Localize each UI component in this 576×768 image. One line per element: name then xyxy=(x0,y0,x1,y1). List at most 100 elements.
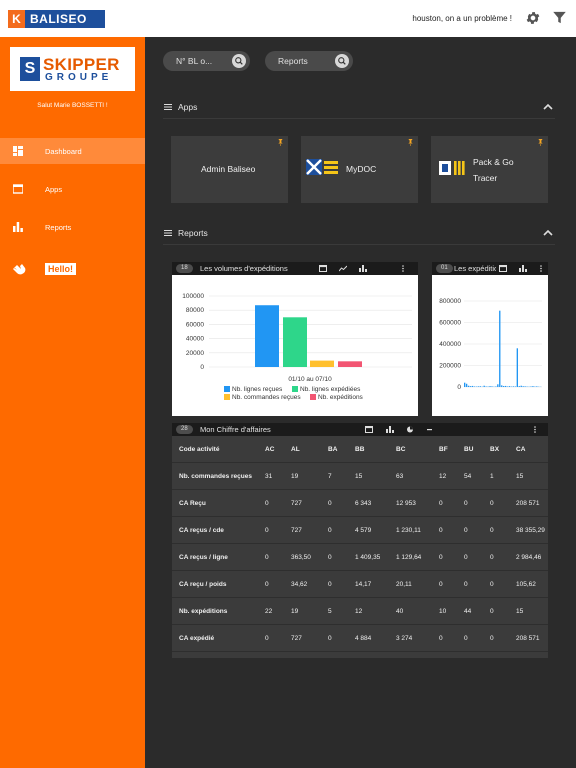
apps-section-header[interactable]: Apps xyxy=(163,95,555,119)
bar xyxy=(477,386,479,387)
bar xyxy=(520,385,522,387)
table-cell: 0 xyxy=(328,554,332,561)
bar xyxy=(512,386,515,387)
bar xyxy=(530,386,532,387)
table-cell: 105,62 xyxy=(516,581,536,588)
bar xyxy=(499,310,501,387)
table-cell: 0 xyxy=(464,581,468,588)
table-view-icon[interactable] xyxy=(365,426,373,433)
reports-section-title: Reports xyxy=(178,228,208,238)
table-view-icon[interactable] xyxy=(499,265,507,272)
table-cell: 15 xyxy=(355,473,363,480)
table-cell: 6 343 xyxy=(355,500,372,507)
pin-icon[interactable] xyxy=(277,139,284,146)
pin-icon[interactable] xyxy=(537,139,544,146)
bar xyxy=(464,382,466,387)
y-tick-label: 800000 xyxy=(439,298,461,305)
search-button[interactable] xyxy=(232,54,246,68)
table-cell: 34,62 xyxy=(291,581,308,588)
table-cell: 1 230,11 xyxy=(396,527,421,534)
bar xyxy=(471,385,474,387)
baliseo-logo-mark: K xyxy=(8,10,25,28)
table-row: CA reçus / ligne 0 363,50 0 1 409,35 1 129,64… xyxy=(172,544,548,571)
bar xyxy=(504,385,507,387)
reports-section-header[interactable]: Reports xyxy=(163,221,555,245)
bar-chart-icon[interactable] xyxy=(386,426,394,433)
table-cell: 12 xyxy=(439,473,447,480)
column-header: AL xyxy=(291,446,300,453)
table-cell: 54 xyxy=(464,473,472,480)
row-label: Nb. expéditions xyxy=(179,608,228,615)
y-tick-label: 0 xyxy=(457,384,461,391)
y-tick-label: 200000 xyxy=(439,363,461,370)
bar xyxy=(506,386,509,387)
mydoc-logo-icon xyxy=(306,159,338,175)
table-cell: 0 xyxy=(464,500,468,507)
table-cell: 0 xyxy=(439,581,443,588)
sidebar-item-dashboard[interactable]: Dashboard xyxy=(0,138,145,164)
minus-icon[interactable] xyxy=(426,426,434,433)
bar xyxy=(522,386,524,387)
more-options-icon[interactable] xyxy=(399,265,407,272)
bar xyxy=(516,348,518,387)
sidebar-item-label: Apps xyxy=(45,185,63,194)
top-bar: K BALISEO houston, on a un problème ! xyxy=(0,0,576,37)
table-cell: 10 xyxy=(439,608,447,615)
more-options-icon[interactable] xyxy=(537,265,545,272)
report-title: Les expéditions xyxy=(454,264,496,273)
table-cell: 15 xyxy=(516,608,524,615)
table-cell: 19 xyxy=(291,608,299,615)
bl-search-placeholder: N° BL o... xyxy=(176,56,213,66)
sidebar-item-reports[interactable]: Reports xyxy=(0,214,145,240)
column-header: BF xyxy=(439,446,448,453)
hello-badge[interactable]: Hello! xyxy=(45,263,77,275)
app-tile-pack-go-tracer[interactable]: Pack & Go Tracer xyxy=(431,136,548,203)
line-chart-icon[interactable] xyxy=(339,265,347,272)
table-row: Nb. expéditions 22 19 5 12 40 10 44 0 15 xyxy=(172,598,548,625)
sidebar-item-label: Dashboard xyxy=(45,147,82,156)
report-count-badge: 01 xyxy=(436,264,453,273)
app-tile-admin-baliseo[interactable]: Admin Baliseo xyxy=(171,136,288,203)
user-greeting: Salut Marie BOSSETTI ! xyxy=(37,102,108,109)
report-card-ca-header: 28 Mon Chiffre d'affaires xyxy=(172,423,548,436)
bl-search-input[interactable]: N° BL o... xyxy=(163,51,250,71)
y-tick-label: 80000 xyxy=(186,307,204,314)
search-icon xyxy=(235,57,243,65)
column-header: BA xyxy=(328,446,338,453)
table-view-icon[interactable] xyxy=(319,265,327,272)
table-cell: 727 xyxy=(291,635,302,642)
baliseo-logo-text: BALISEO xyxy=(30,12,87,26)
reports-search-input[interactable]: Reports xyxy=(265,51,353,71)
baliseo-logo[interactable]: K BALISEO xyxy=(8,10,105,28)
table-cell: 0 xyxy=(490,527,494,534)
search-button[interactable] xyxy=(335,54,349,68)
bar-chart-icon[interactable] xyxy=(359,265,367,272)
table-cell: 4 884 xyxy=(355,635,372,642)
table-cell: 15 xyxy=(516,473,524,480)
pin-icon[interactable] xyxy=(407,139,414,146)
table-cell: 1 409,35 xyxy=(355,554,381,561)
bar-chart-icon[interactable] xyxy=(519,265,527,272)
app-tile-mydoc[interactable]: MyDOC xyxy=(301,136,418,203)
filter-icon[interactable] xyxy=(552,10,567,25)
table-cell: 1 129,64 xyxy=(396,554,422,561)
pie-chart-icon[interactable] xyxy=(406,426,414,433)
table-cell: 727 xyxy=(291,500,302,507)
report-count-badge: 28 xyxy=(176,425,193,434)
sidebar: S SKIPPER GROUPE Salut Marie BOSSETTI ! … xyxy=(0,37,145,768)
chevron-up-icon[interactable] xyxy=(543,103,553,111)
skipper-logo-line2: GROUPE xyxy=(45,72,113,83)
waving-hand-icon xyxy=(13,264,26,275)
row-label: CA reçus / cde xyxy=(179,527,224,534)
table-cell: 14,17 xyxy=(355,581,372,588)
table-cell: 0 xyxy=(464,554,468,561)
chevron-up-icon[interactable] xyxy=(543,229,553,237)
more-options-icon[interactable] xyxy=(531,426,539,433)
legend-swatch xyxy=(224,394,230,400)
sidebar-item-apps[interactable]: Apps xyxy=(0,176,145,202)
report-card-expeditions: 01 Les expéditions 800000 600000 400000 200… xyxy=(432,262,548,416)
row-label: CA expédié xyxy=(179,635,215,642)
search-icon xyxy=(338,57,346,65)
gear-icon[interactable] xyxy=(525,10,541,26)
table-cell: 19 xyxy=(291,473,299,480)
